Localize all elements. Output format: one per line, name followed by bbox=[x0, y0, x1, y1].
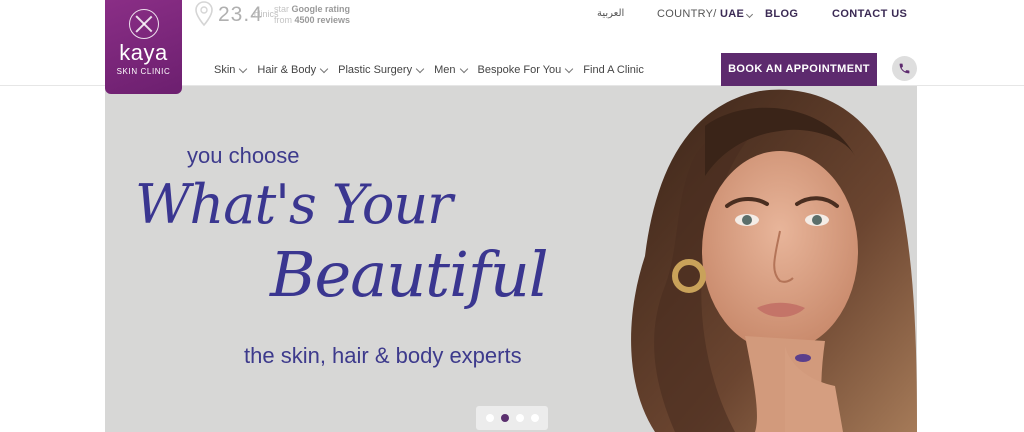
chevron-down-icon bbox=[746, 10, 754, 19]
nav-item-label: Plastic Surgery bbox=[338, 64, 413, 76]
hero-script-whats-your: What's Your bbox=[135, 173, 453, 236]
country-value: UAE bbox=[720, 8, 745, 20]
nav-item-label: Hair & Body bbox=[257, 64, 317, 76]
nav-item-plastic-surgery[interactable]: Plastic Surgery bbox=[338, 63, 425, 77]
hero-banner[interactable]: you choose What's Your Beautiful the ski… bbox=[105, 86, 917, 432]
phone-icon bbox=[899, 63, 910, 74]
country-selector[interactable]: COUNTRY/ UAE bbox=[657, 8, 754, 20]
main-nav: Skin Hair & Body Plastic Surgery Men Bes… bbox=[214, 63, 655, 77]
nav-item-label: Find A Clinic bbox=[583, 64, 644, 76]
kaya-logo[interactable]: kaya SKIN CLINIC bbox=[105, 0, 182, 94]
hero-model-portrait bbox=[631, 89, 917, 432]
location-pin-icon bbox=[195, 1, 213, 27]
logo-name: kaya bbox=[119, 40, 168, 65]
reviews-count: from 4500 reviews bbox=[274, 15, 350, 25]
reviews-total: 4500 reviews bbox=[294, 15, 351, 25]
chevron-down-icon bbox=[565, 64, 574, 73]
nav-item-skin[interactable]: Skin bbox=[214, 63, 248, 77]
chevron-down-icon bbox=[415, 64, 425, 73]
carousel-dot[interactable] bbox=[485, 414, 494, 422]
nav-item-men[interactable]: Men bbox=[434, 63, 468, 77]
contact-us-link[interactable]: CONTACT US bbox=[832, 8, 907, 20]
carousel-dot[interactable] bbox=[530, 414, 539, 422]
logo-emblem-icon bbox=[129, 9, 159, 39]
carousel-dot[interactable] bbox=[515, 414, 524, 422]
hero-line-you-choose: you choose bbox=[187, 143, 300, 168]
carousel-indicators bbox=[476, 406, 548, 430]
nav-item-find-clinic[interactable]: Find A Clinic bbox=[583, 63, 644, 77]
nav-item-hair-body[interactable]: Hair & Body bbox=[257, 63, 329, 77]
chevron-down-icon bbox=[239, 64, 248, 73]
carousel-dot-active[interactable] bbox=[500, 414, 509, 422]
page: kaya SKIN CLINIC 23.4 clinics star Googl… bbox=[0, 0, 1024, 432]
language-arabic-link[interactable]: العربية bbox=[597, 8, 624, 19]
rating-label: star Google rating bbox=[274, 4, 350, 14]
nav-item-label: Men bbox=[434, 64, 456, 76]
rating-prefix: star bbox=[274, 4, 290, 14]
nav-item-label: Skin bbox=[214, 64, 236, 76]
chevron-down-icon bbox=[459, 64, 468, 73]
reviews-prefix: from bbox=[274, 15, 292, 25]
nav-item-bespoke[interactable]: Bespoke For You bbox=[477, 63, 574, 77]
chevron-down-icon bbox=[319, 64, 329, 73]
hero-script-beautiful: Beautiful bbox=[270, 238, 549, 311]
book-appointment-button[interactable]: BOOK AN APPOINTMENT bbox=[721, 53, 877, 86]
hero-tagline: the skin, hair & body experts bbox=[244, 343, 522, 368]
rating-source: Google rating bbox=[291, 4, 351, 14]
google-rating-widget[interactable]: 23.4 clinics star Google rating from 450… bbox=[194, 1, 364, 27]
blog-link[interactable]: BLOG bbox=[765, 8, 798, 20]
site-header: kaya SKIN CLINIC 23.4 clinics star Googl… bbox=[0, 0, 1024, 94]
country-label: COUNTRY/ bbox=[657, 8, 717, 20]
phone-button[interactable] bbox=[892, 56, 917, 81]
nav-item-label: Bespoke For You bbox=[477, 64, 562, 76]
logo-subtitle: SKIN CLINIC bbox=[116, 67, 171, 76]
